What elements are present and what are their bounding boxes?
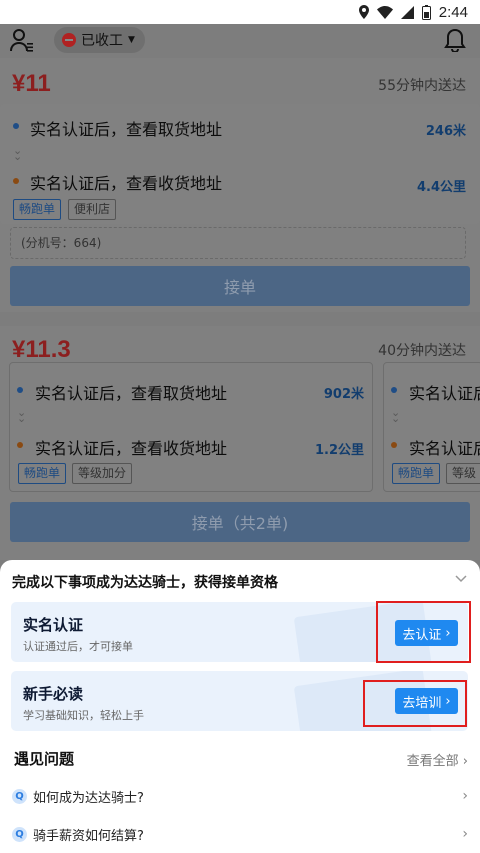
faq-item[interactable]: Q 如何成为达达骑士? › [12, 784, 468, 808]
accept-order-button[interactable]: 接单 [10, 266, 470, 306]
address-block: 实名认证后，查看取货地址 902米 ⌄ ⌄ 实名认证后，查看收货地址 1.2公里 … [9, 362, 373, 492]
dropoff-distance: 4.4公里 [416, 180, 466, 195]
location-icon [358, 5, 369, 19]
pickup-distance: 902米 [323, 387, 364, 402]
dropoff-address: 实名认证后 [409, 439, 480, 458]
dropoff-dot-icon [17, 442, 23, 448]
order-eta: 55分钟内送达 [378, 78, 466, 94]
dropoff-dot-icon [13, 178, 19, 184]
task-title: 新手必读 [23, 685, 84, 703]
order-card[interactable]: ¥11.3 40分钟内送达 实名认证后，查看取货地址 902米 ⌄ ⌄ 实名认证后… [0, 326, 480, 560]
clock: 2:44 [438, 3, 468, 21]
order-card[interactable]: ¥11 55分钟内送达 实名认证后，查看取货地址 246米 ⌄ ⌄ 实名认证后，查… [0, 58, 480, 312]
battery-icon [421, 4, 431, 20]
route-chevrons-icon: ⌄ ⌄ [17, 406, 27, 425]
wifi-icon [376, 5, 393, 19]
order-price: ¥11.3 [12, 336, 71, 363]
app-header: 已收工 ▼ [0, 24, 480, 58]
task-subtitle: 认证通过后，才可接单 [23, 640, 133, 653]
dropoff-address: 实名认证后，查看收货地址 [30, 174, 223, 193]
order-tag: 等级 [446, 463, 480, 484]
dropoff-distance: 1.2公里 [314, 443, 364, 458]
pickup-dot-icon [391, 387, 397, 393]
highlight-box [363, 680, 467, 727]
question-icon: Q [12, 826, 27, 842]
order-price: ¥11 [12, 70, 51, 97]
question-icon: Q [12, 788, 27, 804]
address-block-peek[interactable]: 实名认证后 ⌄⌄ 实名认证后 畅跑单 等级 [383, 362, 480, 492]
task-title: 实名认证 [23, 616, 84, 634]
faq-question: 如何成为达达骑士? [33, 790, 144, 806]
pickup-address: 实名认证后，查看取货地址 [30, 120, 223, 139]
order-tag: 畅跑单 [13, 199, 62, 220]
dropoff-dot-icon [391, 442, 397, 448]
route-chevrons-icon: ⌄ ⌄ [391, 406, 401, 425]
extension-note: (分机号：664) [10, 227, 466, 259]
work-status-dropdown[interactable]: 已收工 ▼ [54, 27, 145, 53]
pickup-dot-icon [13, 123, 19, 129]
view-all-label: 查看全部 [406, 754, 459, 769]
bell-icon[interactable] [444, 28, 466, 52]
system-status-bar: 2:44 [0, 0, 480, 24]
order-tag: 等级加分 [72, 463, 133, 484]
work-status-label: 已收工 [81, 33, 123, 49]
highlight-box [376, 601, 471, 663]
view-all-link[interactable]: 查看全部 › [407, 750, 468, 769]
pickup-address: 实名认证后，查看取货地址 [35, 384, 228, 403]
faq-title: 遇见问题 [14, 750, 75, 768]
stop-icon [62, 33, 76, 47]
faq-item[interactable]: Q 骑手薪资如何结算? › [12, 822, 468, 846]
accept-order-button[interactable]: 接单（共2单) [10, 502, 470, 542]
order-eta: 40分钟内送达 [378, 343, 466, 359]
pickup-address: 实名认证后 [409, 384, 480, 403]
signal-icon [400, 5, 414, 19]
pickup-dot-icon [17, 387, 23, 393]
pickup-distance: 246米 [425, 124, 466, 139]
caret-down-icon: ▼ [128, 35, 135, 45]
order-tag: 畅跑单 [18, 463, 67, 484]
dropoff-address: 实名认证后，查看收货地址 [35, 439, 228, 458]
user-profile-icon[interactable] [10, 28, 34, 52]
task-subtitle: 学习基础知识，轻松上手 [23, 709, 144, 722]
faq-question: 骑手薪资如何结算? [33, 828, 144, 844]
qualification-sheet: 完成以下事项成为达达骑士，获得接单资格 实名认证 认证通过后，才可接单 去认证 … [0, 560, 480, 853]
chevron-right-icon: › [462, 826, 468, 842]
chevron-down-icon[interactable] [454, 572, 468, 586]
sheet-title: 完成以下事项成为达达骑士，获得接单资格 [12, 575, 278, 591]
route-chevrons-icon: ⌄ ⌄ [13, 144, 23, 163]
order-tag: 畅跑单 [392, 463, 441, 484]
order-tag: 便利店 [68, 199, 117, 220]
chevron-right-icon: › [462, 788, 468, 804]
